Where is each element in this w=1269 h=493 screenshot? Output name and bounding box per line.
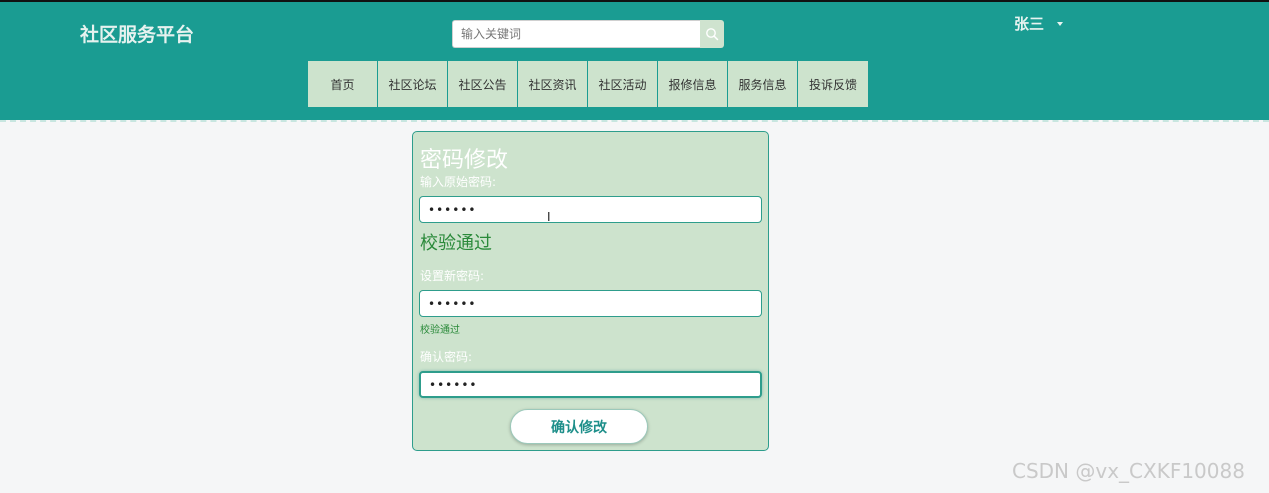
new-password-status: 校验通过 [420,325,460,336]
confirm-change-button[interactable]: 确认修改 [510,409,648,444]
nav-item-feedback[interactable]: 投诉反馈 [798,61,868,107]
search-bar [452,20,724,48]
search-input[interactable] [452,20,700,48]
caret-down-icon [1057,21,1064,26]
nav-item-forum[interactable]: 社区论坛 [378,61,448,107]
form-title: 密码修改 [420,148,509,173]
nav-item-announcements[interactable]: 社区公告 [448,61,518,107]
user-name: 张三 [1014,15,1045,33]
watermark: CSDN @vx_CXKF10088 [1012,459,1245,483]
nav-item-repairs[interactable]: 报修信息 [658,61,728,107]
header-divider [0,120,1269,122]
confirm-password-label: 确认密码: [420,350,473,364]
nav-item-home[interactable]: 首页 [308,61,378,107]
search-button[interactable] [700,20,724,48]
new-password-label: 设置新密码: [420,269,485,283]
search-icon [706,28,719,41]
old-password-label: 输入原始密码: [420,175,497,189]
user-menu[interactable]: 张三 [1014,13,1064,34]
new-password-field[interactable] [419,290,762,317]
old-password-field[interactable] [419,196,762,223]
nav-item-services[interactable]: 服务信息 [728,61,798,107]
nav-item-news[interactable]: 社区资讯 [518,61,588,107]
header: 社区服务平台 张三 首页 社区论坛 社区公告 社区资讯 社区活动 报修信息 服务… [0,2,1269,120]
main-nav: 首页 社区论坛 社区公告 社区资讯 社区活动 报修信息 服务信息 投诉反馈 [308,61,868,107]
old-password-status: 校验通过 [420,233,492,254]
confirm-password-field[interactable] [419,371,762,398]
brand-title: 社区服务平台 [80,24,195,46]
text-cursor-icon: I [547,210,551,224]
password-change-card: 密码修改 输入原始密码: 校验通过 设置新密码: 校验通过 确认密码: 确认修改 [412,131,769,451]
nav-item-activities[interactable]: 社区活动 [588,61,658,107]
